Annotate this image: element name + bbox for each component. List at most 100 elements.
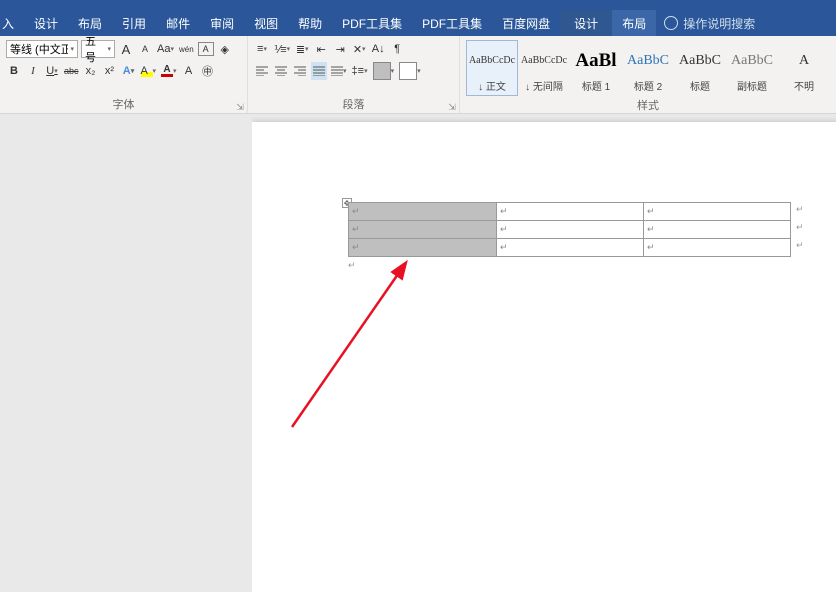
- style-item[interactable]: AaBbC标题: [674, 40, 726, 96]
- table-cell[interactable]: ↵: [644, 221, 791, 239]
- search-placeholder: 操作说明搜索: [683, 15, 755, 32]
- tab-table-design[interactable]: 设计: [560, 10, 612, 36]
- group-label-styles: 样式: [466, 96, 830, 114]
- table-row[interactable]: ↵ ↵ ↵: [349, 239, 791, 257]
- tab-baidu[interactable]: 百度网盘: [492, 10, 560, 36]
- table-cell[interactable]: ↵: [644, 239, 791, 257]
- chevron-down-icon: ▾: [107, 45, 111, 53]
- underline-button[interactable]: U▾: [44, 62, 60, 80]
- table-cell[interactable]: ↵: [497, 221, 644, 239]
- paragraph-mark: ↵: [348, 260, 356, 271]
- borders-button[interactable]: ▾: [398, 62, 422, 80]
- dialog-launcher-icon[interactable]: ⇲: [447, 102, 457, 112]
- style-item[interactable]: AaBbC副标题: [726, 40, 778, 96]
- align-justify-button[interactable]: [311, 62, 327, 80]
- style-item[interactable]: A不明: [778, 40, 830, 96]
- style-preview: AaBbC: [627, 43, 669, 78]
- tab-help[interactable]: 帮助: [288, 10, 332, 36]
- style-preview: AaBbC: [679, 43, 721, 78]
- tab-table-layout[interactable]: 布局: [612, 10, 656, 36]
- increase-indent-button[interactable]: ⇥: [332, 40, 348, 58]
- document-tabs: [155, 0, 181, 10]
- row-end-mark: ↵: [796, 204, 804, 215]
- navigation-pane[interactable]: [0, 114, 252, 592]
- style-preview: AaBbCcDc: [469, 43, 515, 78]
- group-styles: AaBbCcDc↓ 正文AaBbCcDc↓ 无间隔AaBl标题 1AaBbC标题…: [460, 36, 836, 113]
- char-shading-button[interactable]: A: [181, 62, 197, 80]
- tab-references[interactable]: 引用: [112, 10, 156, 36]
- table-cell[interactable]: ↵: [349, 203, 497, 221]
- align-left-button[interactable]: [254, 62, 270, 80]
- ribbon-tabs: 入 设计 布局 引用 邮件 审阅 视图 帮助 PDF工具集 PDF工具集 百度网…: [0, 10, 763, 36]
- show-marks-button[interactable]: ¶: [389, 40, 405, 58]
- tab-mailings[interactable]: 邮件: [156, 10, 200, 36]
- document-page[interactable]: ✥ ↵ ↵ ↵ ↵ ↵ ↵ ↵ ↵ ↵ ↵ ↵: [252, 122, 836, 592]
- style-name: ↓ 无间隔: [525, 78, 563, 93]
- style-name: 不明: [794, 78, 814, 93]
- style-preview: AaBl: [575, 43, 616, 78]
- tab-review[interactable]: 审阅: [200, 10, 244, 36]
- sort-button[interactable]: A↓: [370, 40, 386, 58]
- font-name-select[interactable]: 等线 (中文正文 ▾: [6, 40, 78, 58]
- grow-font-button[interactable]: A: [118, 40, 134, 58]
- table-row[interactable]: ↵ ↵ ↵: [349, 221, 791, 239]
- tab-view[interactable]: 视图: [244, 10, 288, 36]
- styles-gallery[interactable]: AaBbCcDc↓ 正文AaBbCcDc↓ 无间隔AaBl标题 1AaBbC标题…: [466, 40, 830, 96]
- style-preview: AaBbCcDc: [521, 43, 567, 78]
- align-distribute-button[interactable]: ▾: [330, 62, 348, 80]
- style-name: 标题 2: [634, 78, 662, 93]
- multilevel-list-button[interactable]: ≣▾: [294, 40, 310, 58]
- font-size-select[interactable]: 五号 ▾: [81, 40, 115, 58]
- enclose-char-button[interactable]: ㊥: [200, 62, 216, 80]
- style-name: 标题 1: [582, 78, 610, 93]
- superscript-button[interactable]: x²: [102, 62, 118, 80]
- group-label-paragraph: 段落 ⇲: [254, 95, 453, 113]
- table-row[interactable]: ↵ ↵ ↵: [349, 203, 791, 221]
- ribbon: 等线 (中文正文 ▾ 五号 ▾ A A Aa▾ wén A ◈ B I: [0, 36, 836, 114]
- tab-insert[interactable]: 入: [0, 10, 24, 36]
- text-effects-button[interactable]: A▾: [121, 62, 137, 80]
- italic-button[interactable]: I: [25, 62, 41, 80]
- font-color-button[interactable]: A▾: [160, 62, 178, 80]
- clear-formatting-button[interactable]: ◈: [217, 40, 233, 58]
- change-case-button[interactable]: Aa▾: [156, 40, 175, 58]
- table-cell[interactable]: ↵: [497, 203, 644, 221]
- tab-pdf-tools[interactable]: PDF工具集: [332, 10, 412, 36]
- decrease-indent-button[interactable]: ⇤: [313, 40, 329, 58]
- dialog-launcher-icon[interactable]: ⇲: [235, 102, 245, 112]
- highlight-button[interactable]: A▾: [140, 62, 158, 80]
- table-cell[interactable]: ↵: [349, 221, 497, 239]
- table-cell[interactable]: ↵: [644, 203, 791, 221]
- char-border-button[interactable]: A: [198, 42, 214, 56]
- align-right-button[interactable]: [292, 62, 308, 80]
- bold-button[interactable]: B: [6, 62, 22, 80]
- style-item[interactable]: AaBbCcDc↓ 无间隔: [518, 40, 570, 96]
- table-cell[interactable]: ↵: [497, 239, 644, 257]
- row-end-mark: ↵: [796, 222, 804, 233]
- group-font: 等线 (中文正文 ▾ 五号 ▾ A A Aa▾ wén A ◈ B I: [0, 36, 248, 113]
- align-center-button[interactable]: [273, 62, 289, 80]
- tab-pdf-tools-2[interactable]: PDF工具集: [412, 10, 492, 36]
- text-direction-button[interactable]: ✕▾: [351, 40, 367, 58]
- tell-me-search[interactable]: 操作说明搜索: [656, 15, 763, 32]
- shading-button[interactable]: ▾: [372, 62, 396, 80]
- phonetic-guide-button[interactable]: wén: [178, 40, 195, 58]
- bullets-button[interactable]: ≡▾: [254, 40, 270, 58]
- style-item[interactable]: AaBl标题 1: [570, 40, 622, 96]
- tab-design[interactable]: 设计: [24, 10, 68, 36]
- style-item[interactable]: AaBbCcDc↓ 正文: [466, 40, 518, 96]
- group-paragraph: ≡▾ ⅟≡▾ ≣▾ ⇤ ⇥ ✕▾ A↓ ¶: [248, 36, 460, 113]
- page-viewport[interactable]: ✥ ↵ ↵ ↵ ↵ ↵ ↵ ↵ ↵ ↵ ↵ ↵: [252, 114, 836, 592]
- strikethrough-button[interactable]: abc: [63, 62, 80, 80]
- shrink-font-button[interactable]: A: [137, 40, 153, 58]
- style-preview: A: [799, 43, 809, 78]
- line-spacing-button[interactable]: ‡≡▾: [351, 62, 369, 80]
- subscript-button[interactable]: x₂: [83, 62, 99, 80]
- style-name: ↓ 正文: [478, 78, 506, 93]
- table-cell[interactable]: ↵: [349, 239, 497, 257]
- lightbulb-icon: [664, 16, 678, 30]
- numbering-button[interactable]: ⅟≡▾: [273, 40, 291, 58]
- style-item[interactable]: AaBbC标题 2: [622, 40, 674, 96]
- document-area: ✥ ↵ ↵ ↵ ↵ ↵ ↵ ↵ ↵ ↵ ↵ ↵: [0, 114, 836, 592]
- document-table[interactable]: ↵ ↵ ↵ ↵ ↵ ↵ ↵ ↵ ↵: [348, 202, 791, 257]
